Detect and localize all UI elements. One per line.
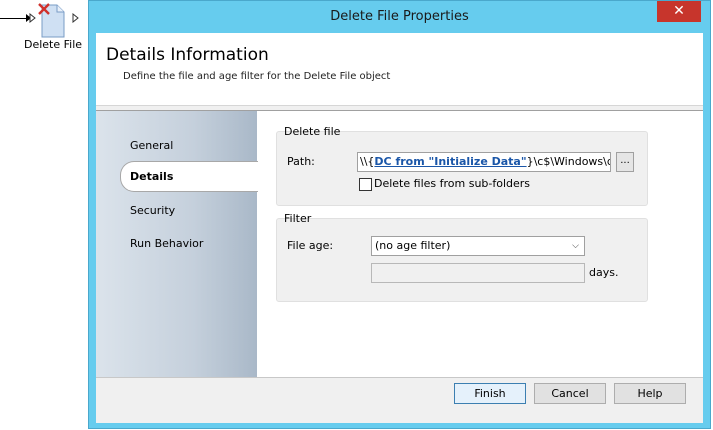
subfolders-checkbox[interactable] (359, 178, 372, 191)
workflow-canvas: Delete File (0, 0, 88, 430)
activity-label[interactable]: Delete File (24, 38, 82, 51)
browse-button[interactable]: ... (616, 152, 634, 172)
file-age-value: (no age filter) (375, 239, 451, 252)
delete-file-icon[interactable] (38, 3, 68, 39)
days-input (371, 263, 585, 283)
filter-group-title: Filter (284, 212, 312, 225)
page-subtitle: Define the file and age filter for the D… (123, 71, 391, 82)
input-connector-icon (29, 13, 36, 23)
filter-group: Filter File age: (no age filter) ⌵ days. (276, 212, 648, 302)
page-title: Details Information (106, 45, 269, 65)
dialog-title: Delete File Properties (330, 9, 469, 24)
help-button[interactable]: Help (614, 383, 686, 404)
dialog-client: Details Information Define the file and … (96, 33, 703, 423)
sidebar-item-security[interactable]: Security (130, 204, 175, 217)
sidebar-item-details[interactable]: Details (120, 161, 258, 192)
finish-button[interactable]: Finish (454, 383, 526, 404)
sidebar-item-general[interactable]: General (130, 139, 173, 152)
delete-file-group: Delete file Path: \\{DC from "Initialize… (276, 125, 648, 206)
delete-file-group-title: Delete file (284, 125, 341, 138)
path-suffix: }\c$\Windows\debug (526, 155, 610, 168)
dialog-header: Details Information Define the file and … (96, 33, 703, 106)
properties-dialog: Delete File Properties ✕ Details Informa… (88, 0, 711, 429)
path-prefix: \\{ (360, 155, 375, 168)
subfolders-label[interactable]: Delete files from sub-folders (374, 177, 530, 190)
output-connector-icon (72, 13, 79, 23)
link-line (0, 18, 28, 19)
file-age-label: File age: (287, 239, 334, 252)
dialog-body: General Details Security Run Behavior De… (96, 110, 703, 378)
sidebar-item-run-behavior[interactable]: Run Behavior (130, 237, 203, 250)
published-data-link[interactable]: DC from "Initialize Data" (374, 155, 526, 168)
close-button[interactable]: ✕ (657, 1, 701, 22)
cancel-button[interactable]: Cancel (534, 383, 606, 404)
sidebar-nav: General Details Security Run Behavior (96, 111, 258, 377)
path-field[interactable]: \\{DC from "Initialize Data"}\c$\Windows… (357, 152, 611, 172)
title-bar[interactable]: Delete File Properties ✕ (89, 1, 710, 33)
chevron-down-icon: ⌵ (572, 241, 579, 251)
file-age-select[interactable]: (no age filter) ⌵ (371, 236, 585, 256)
days-label: days. (589, 266, 619, 279)
path-label: Path: (287, 155, 315, 168)
